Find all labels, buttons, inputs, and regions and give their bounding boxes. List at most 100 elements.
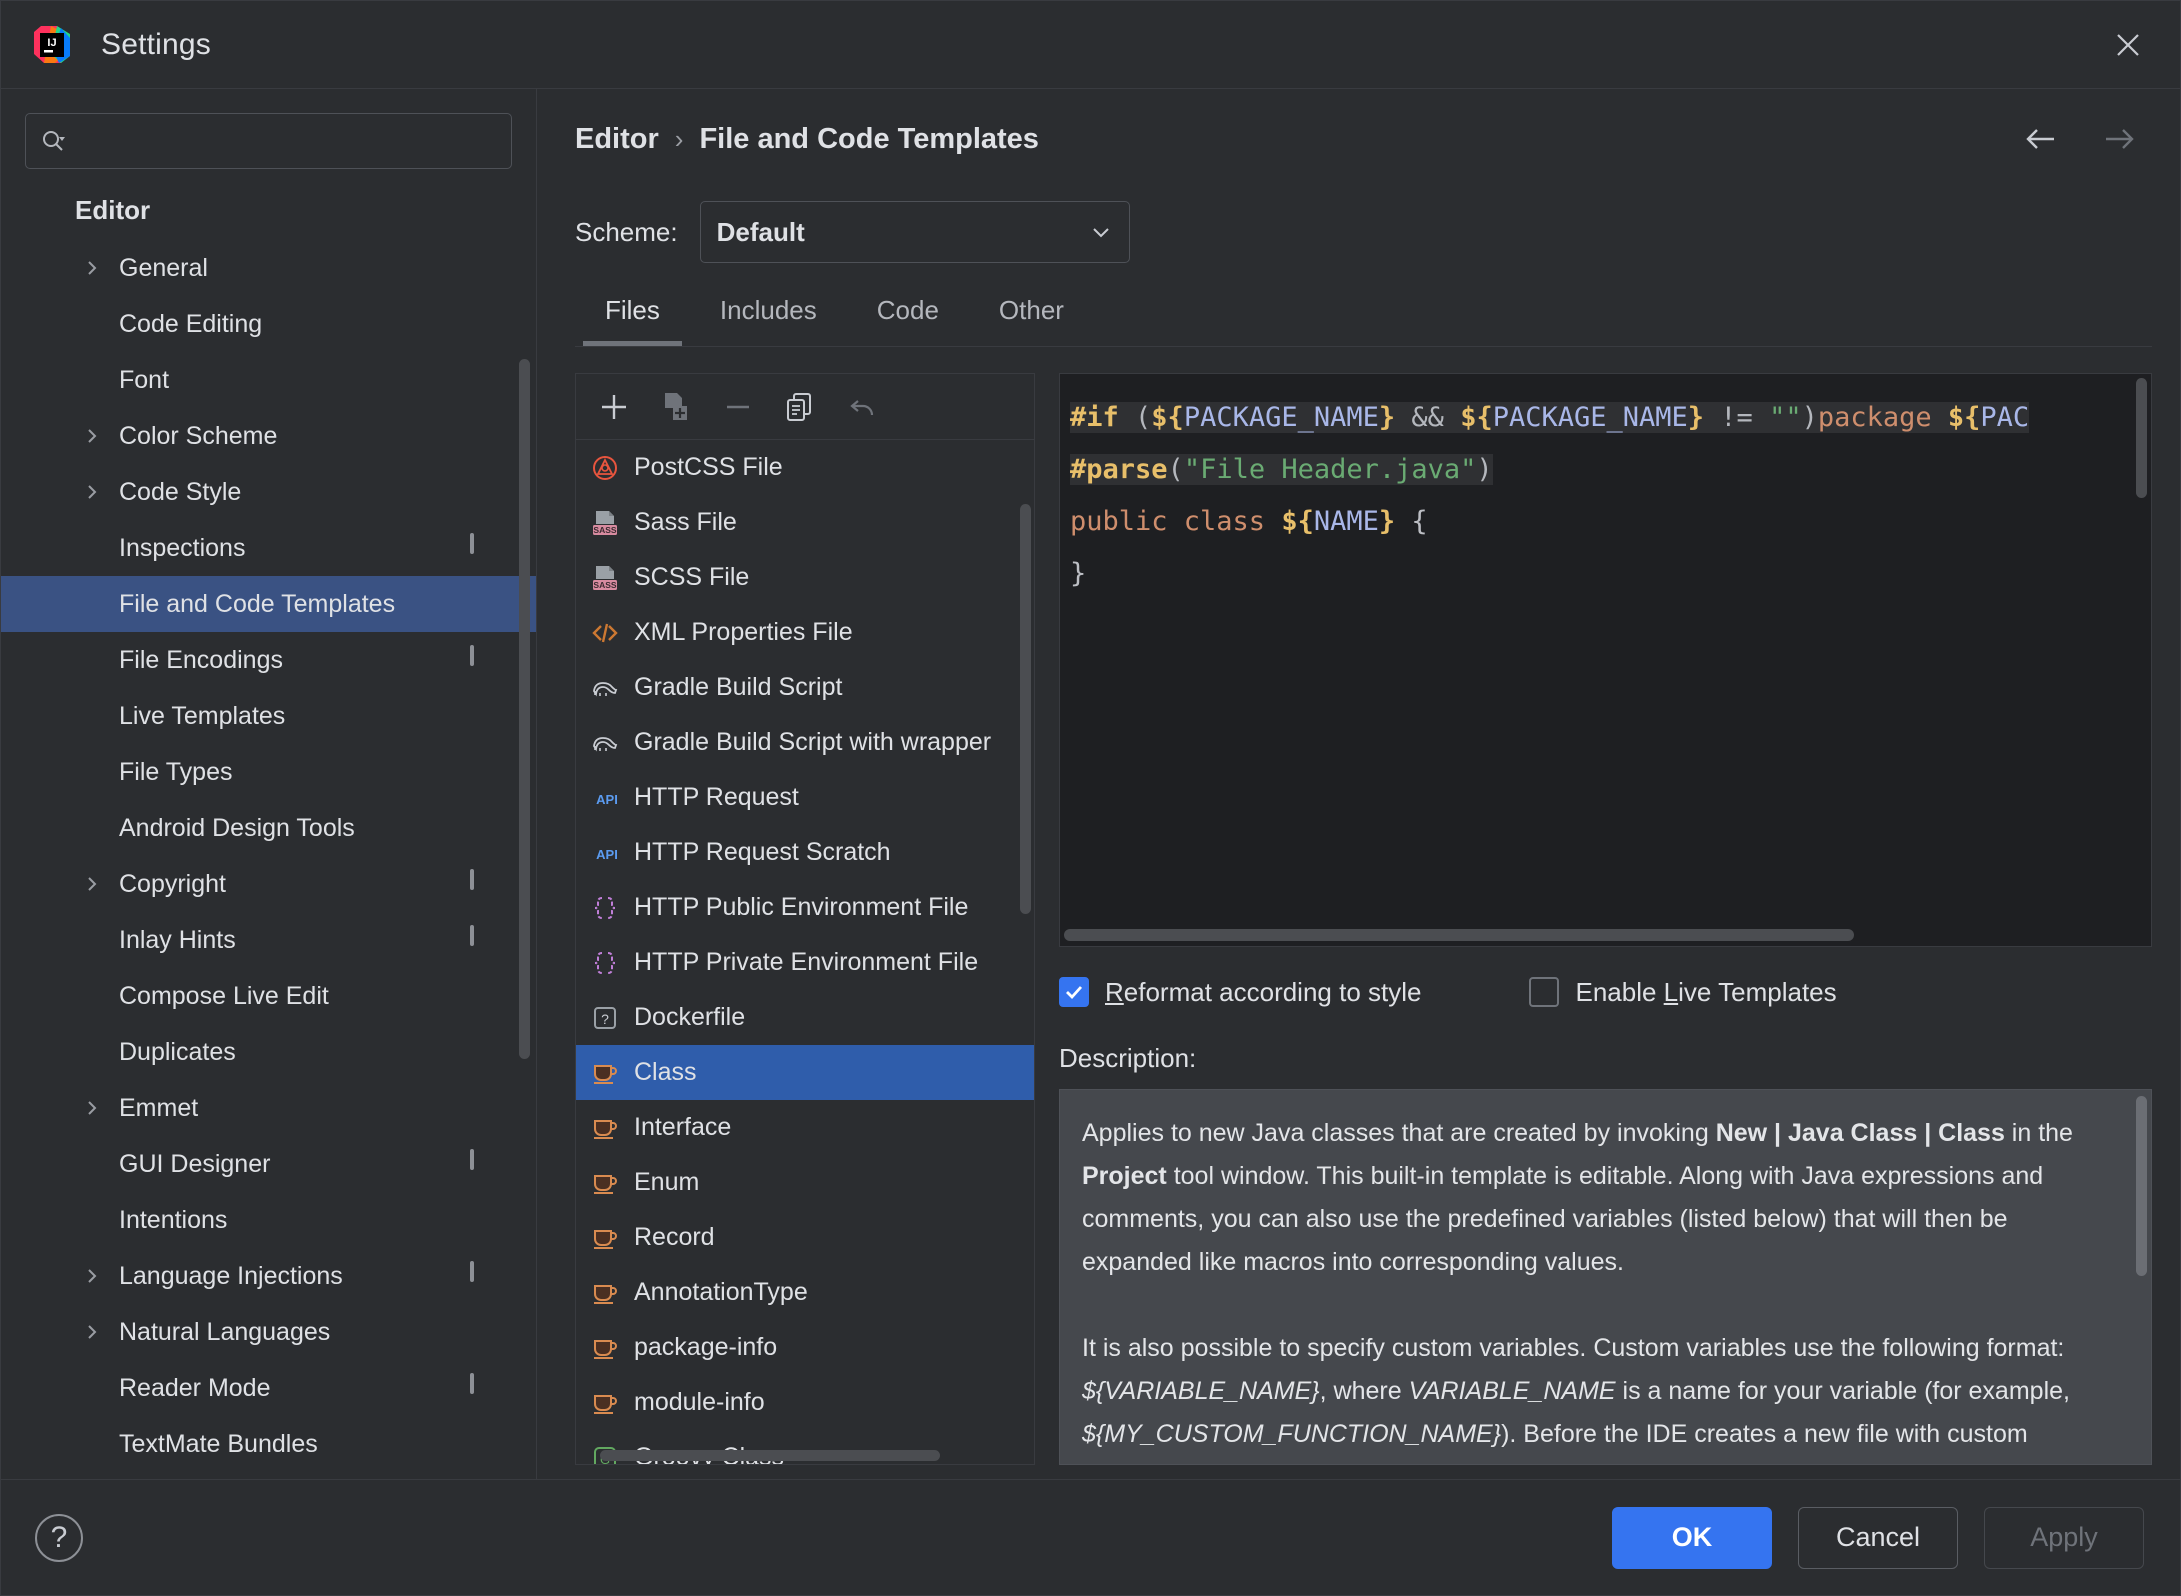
template-list-item[interactable]: Interface [576, 1100, 1034, 1155]
sidebar-item-gui-designer[interactable]: GUI Designer [1, 1136, 536, 1192]
template-list-item[interactable]: Enum [576, 1155, 1034, 1210]
description-paragraph: Applies to new Java classes that are cre… [1082, 1112, 2121, 1284]
editor-hscrollbar[interactable] [1064, 929, 1854, 941]
sidebar-item-color-scheme[interactable]: Color Scheme [1, 408, 536, 464]
remove-template-button [712, 381, 764, 433]
help-icon[interactable]: ? [31, 1510, 87, 1566]
tab-other[interactable]: Other [969, 275, 1094, 346]
template-list-item[interactable]: Class [576, 1045, 1034, 1100]
scheme-dropdown[interactable]: Default [699, 201, 1130, 263]
template-list-item[interactable]: API HTTP Request [576, 770, 1034, 825]
tab-files[interactable]: Files [575, 275, 690, 346]
badge-placeholder [470, 255, 496, 281]
project-scope-badge-icon [470, 869, 496, 897]
code-token: } [1378, 506, 1396, 537]
chevron-right-icon[interactable] [71, 874, 113, 894]
sidebar-item-todo[interactable]: TODO [1, 1472, 536, 1479]
template-list-hscrollbar[interactable] [600, 1450, 940, 1461]
template-list-item[interactable]: API HTTP Request Scratch [576, 825, 1034, 880]
sidebar-item-duplicates[interactable]: Duplicates [1, 1024, 536, 1080]
template-list-item[interactable]: ? Dockerfile [576, 990, 1034, 1045]
sidebar-item-intentions[interactable]: Intentions [1, 1192, 536, 1248]
description-run: in the [2004, 1119, 2073, 1147]
java-icon [590, 1223, 620, 1253]
sidebar-item-label: Reader Mode [119, 1373, 271, 1402]
tab-code[interactable]: Code [847, 275, 969, 346]
template-list-item[interactable]: PostCSS File [576, 440, 1034, 495]
tab-includes[interactable]: Includes [690, 275, 847, 346]
code-token: public class [1070, 506, 1282, 537]
sidebar-item-compose-live-edit[interactable]: Compose Live Edit [1, 968, 536, 1024]
sidebar-item-copyright[interactable]: Copyright [1, 856, 536, 912]
arrow-left-icon[interactable] [2018, 116, 2064, 162]
add-template-button[interactable] [588, 381, 640, 433]
template-list-item-label: HTTP Private Environment File [634, 948, 979, 976]
sidebar-item-textmate-bundles[interactable]: TextMate Bundles [1, 1416, 536, 1472]
editor-vscrollbar[interactable] [2136, 378, 2147, 498]
description-scrollbar[interactable] [2136, 1096, 2147, 1276]
template-list-item[interactable]: package-info [576, 1320, 1034, 1375]
sidebar-item-code-style[interactable]: Code Style [1, 464, 536, 520]
description-run: VARIABLE_NAME [1408, 1377, 1616, 1405]
sidebar-item-reader-mode[interactable]: Reader Mode [1, 1360, 536, 1416]
sidebar-item-general[interactable]: General [1, 240, 536, 296]
arrow-right-icon[interactable] [2096, 116, 2142, 162]
template-editor-panel: #if (${PACKAGE_NAME} && ${PACKAGE_NAME} … [1059, 373, 2152, 1465]
sidebar-item-natural-languages[interactable]: Natural Languages [1, 1304, 536, 1360]
template-code-editor[interactable]: #if (${PACKAGE_NAME} && ${PACKAGE_NAME} … [1059, 373, 2152, 947]
reformat-checkbox[interactable] [1059, 977, 1089, 1007]
template-list-item[interactable]: Gradle Build Script with wrapper [576, 715, 1034, 770]
chevron-right-icon[interactable] [71, 426, 113, 446]
template-list-vscrollbar[interactable] [1020, 504, 1031, 914]
cancel-button[interactable]: Cancel [1798, 1506, 1958, 1569]
sidebar-item-file-types[interactable]: File Types [1, 744, 536, 800]
sidebar-item-inspections[interactable]: Inspections [1, 520, 536, 576]
chevron-right-icon[interactable] [71, 258, 113, 278]
live-templates-checkbox-item[interactable]: Enable Live Templates [1529, 977, 1837, 1008]
template-list-item[interactable]: XML Properties File [576, 605, 1034, 660]
search-box[interactable] [25, 113, 512, 169]
ok-button[interactable]: OK [1612, 1506, 1772, 1569]
postcss-icon [590, 453, 620, 483]
live-templates-checkbox[interactable] [1529, 977, 1560, 1007]
close-icon[interactable] [2104, 21, 2152, 69]
sidebar-item-code-editing[interactable]: Code Editing [1, 296, 536, 352]
chevron-right-icon[interactable] [71, 1322, 113, 1342]
search-input[interactable] [74, 126, 497, 156]
template-list-item[interactable]: HTTP Private Environment File [576, 935, 1034, 990]
braces-icon [590, 893, 620, 923]
sidebar-item-language-injections[interactable]: Language Injections [1, 1248, 536, 1304]
template-list-item-label: module-info [634, 1388, 765, 1416]
code-token: #parse [1070, 454, 1168, 485]
breadcrumb-parent[interactable]: Editor [575, 123, 659, 156]
project-scope-badge-icon [470, 1373, 496, 1401]
sidebar-item-inlay-hints[interactable]: Inlay Hints [1, 912, 536, 968]
sidebar-item-file-encodings[interactable]: File Encodings [1, 632, 536, 688]
template-list-item[interactable]: SASS SCSS File [576, 550, 1034, 605]
template-list-item[interactable]: SASS Sass File [576, 495, 1034, 550]
template-list-item-label: PostCSS File [634, 453, 783, 481]
reformat-checkbox-item[interactable]: Reformat according to style [1059, 977, 1421, 1008]
chevron-right-icon[interactable] [71, 1098, 113, 1118]
chevron-right-icon[interactable] [71, 482, 113, 502]
template-list-item[interactable]: Gradle Build Script [576, 660, 1034, 715]
code-line: #parse("File Header.java") [1070, 444, 2151, 496]
sidebar-item-live-templates[interactable]: Live Templates [1, 688, 536, 744]
sidebar-item-file-and-code-templates[interactable]: File and Code Templates [1, 576, 536, 632]
description-box: Applies to new Java classes that are cre… [1059, 1089, 2152, 1465]
sidebar-item-android-design-tools[interactable]: Android Design Tools [1, 800, 536, 856]
sidebar-item-font[interactable]: Font [1, 352, 536, 408]
code-token: && [1395, 402, 1461, 433]
code-content: #if (${PACKAGE_NAME} && ${PACKAGE_NAME} … [1070, 392, 2151, 600]
sidebar-item-label: File Encodings [119, 645, 283, 674]
project-scope-badge-icon [470, 1149, 496, 1177]
sidebar-item-emmet[interactable]: Emmet [1, 1080, 536, 1136]
copy-template-button[interactable] [774, 381, 826, 433]
braces-icon [590, 948, 620, 978]
template-list-item[interactable]: module-info [576, 1375, 1034, 1430]
sidebar-scrollbar[interactable] [519, 359, 530, 1059]
template-list-item[interactable]: Record [576, 1210, 1034, 1265]
template-list-item[interactable]: HTTP Public Environment File [576, 880, 1034, 935]
template-list-item[interactable]: AnnotationType [576, 1265, 1034, 1320]
chevron-right-icon[interactable] [71, 1266, 113, 1286]
